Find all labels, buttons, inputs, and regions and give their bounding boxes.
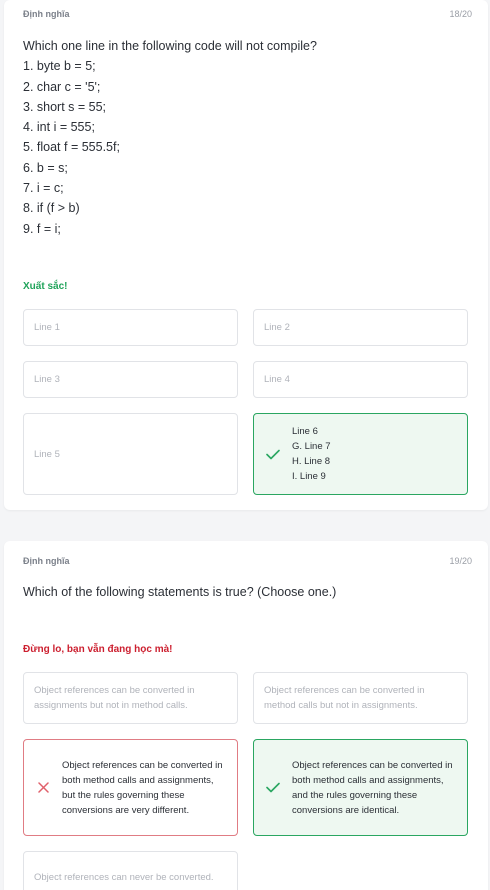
question-counter: 19/20 [449, 556, 472, 566]
answer-option-line: H. Line 8 [292, 456, 331, 467]
answer-option-label: Line 3 [34, 374, 60, 385]
answer-option[interactable]: Line 5 [23, 413, 238, 495]
answer-option-label: Object references can be converted in bo… [292, 759, 453, 816]
question-line: 2. char c = '5'; [23, 79, 101, 94]
answer-option-label: Object references can never be converted… [34, 871, 214, 883]
question-text: Which of the following statements is tru… [23, 585, 337, 599]
question-line: 3. short s = 55; [23, 99, 107, 114]
answer-option-label: Line 1 [34, 322, 60, 333]
answer-option-line: I. Line 9 [292, 471, 326, 482]
question-line: 1. byte b = 5; [23, 59, 96, 74]
answer-option[interactable]: Object references can be converted in me… [253, 672, 468, 724]
question-line: 9. f = i; [23, 221, 61, 236]
answer-option-correct[interactable]: Line 6 G. Line 7 H. Line 8 I. Line 9 [253, 413, 468, 495]
answer-option-label: Line 5 [34, 448, 60, 460]
question-line: 7. i = c; [23, 181, 64, 196]
checkmark-icon [254, 449, 292, 460]
answer-option-label: Object references can be converted in me… [264, 685, 425, 711]
answer-option-label: Object references can be converted in as… [34, 685, 195, 711]
answer-option-label: Line 4 [264, 374, 290, 385]
answer-option-line: Line 6 [292, 426, 318, 437]
question-line: 6. b = s; [23, 160, 68, 175]
question-line: Which one line in the following code wil… [23, 39, 317, 53]
question-line: 8. if (f > b) [23, 201, 80, 216]
category-tag: Định nghĩa [23, 556, 70, 566]
feedback-message: Xuất sắc! [23, 281, 68, 292]
category-tag: Định nghĩa [23, 9, 70, 19]
answer-option[interactable]: Line 4 [253, 361, 468, 398]
card-header: Định nghĩa 19/20 [23, 556, 472, 566]
answer-option[interactable]: Object references can never be converted… [23, 851, 238, 890]
answer-option-label: Line 2 [264, 322, 290, 333]
feedback-message: Đừng lo, bạn vẫn đang học mà! [23, 644, 173, 655]
x-mark-icon [24, 782, 62, 793]
checkmark-icon [254, 782, 292, 793]
question-counter: 18/20 [449, 9, 472, 19]
question-card-18: Định nghĩa 18/20 Which one line in the f… [4, 0, 488, 510]
answer-option-label: Object references can be converted in bo… [62, 759, 223, 816]
answer-option-correct[interactable]: Object references can be converted in bo… [253, 739, 468, 836]
question-line: 5. float f = 555.5f; [23, 140, 120, 155]
answer-option[interactable]: Object references can be converted in as… [23, 672, 238, 724]
answer-option-wrong[interactable]: Object references can be converted in bo… [23, 739, 238, 836]
answer-option[interactable]: Line 1 [23, 309, 238, 346]
answer-option[interactable]: Line 2 [253, 309, 468, 346]
answer-option-line: G. Line 7 [292, 441, 331, 452]
question-text: Which one line in the following code wil… [23, 36, 472, 239]
answer-option-label: Line 6 G. Line 7 H. Line 8 I. Line 9 [292, 424, 341, 484]
question-card-19: Định nghĩa 19/20 Which of the following … [4, 541, 488, 890]
answer-option[interactable]: Line 3 [23, 361, 238, 398]
question-line: 4. int i = 555; [23, 120, 95, 135]
card-header: Định nghĩa 18/20 [23, 9, 472, 19]
